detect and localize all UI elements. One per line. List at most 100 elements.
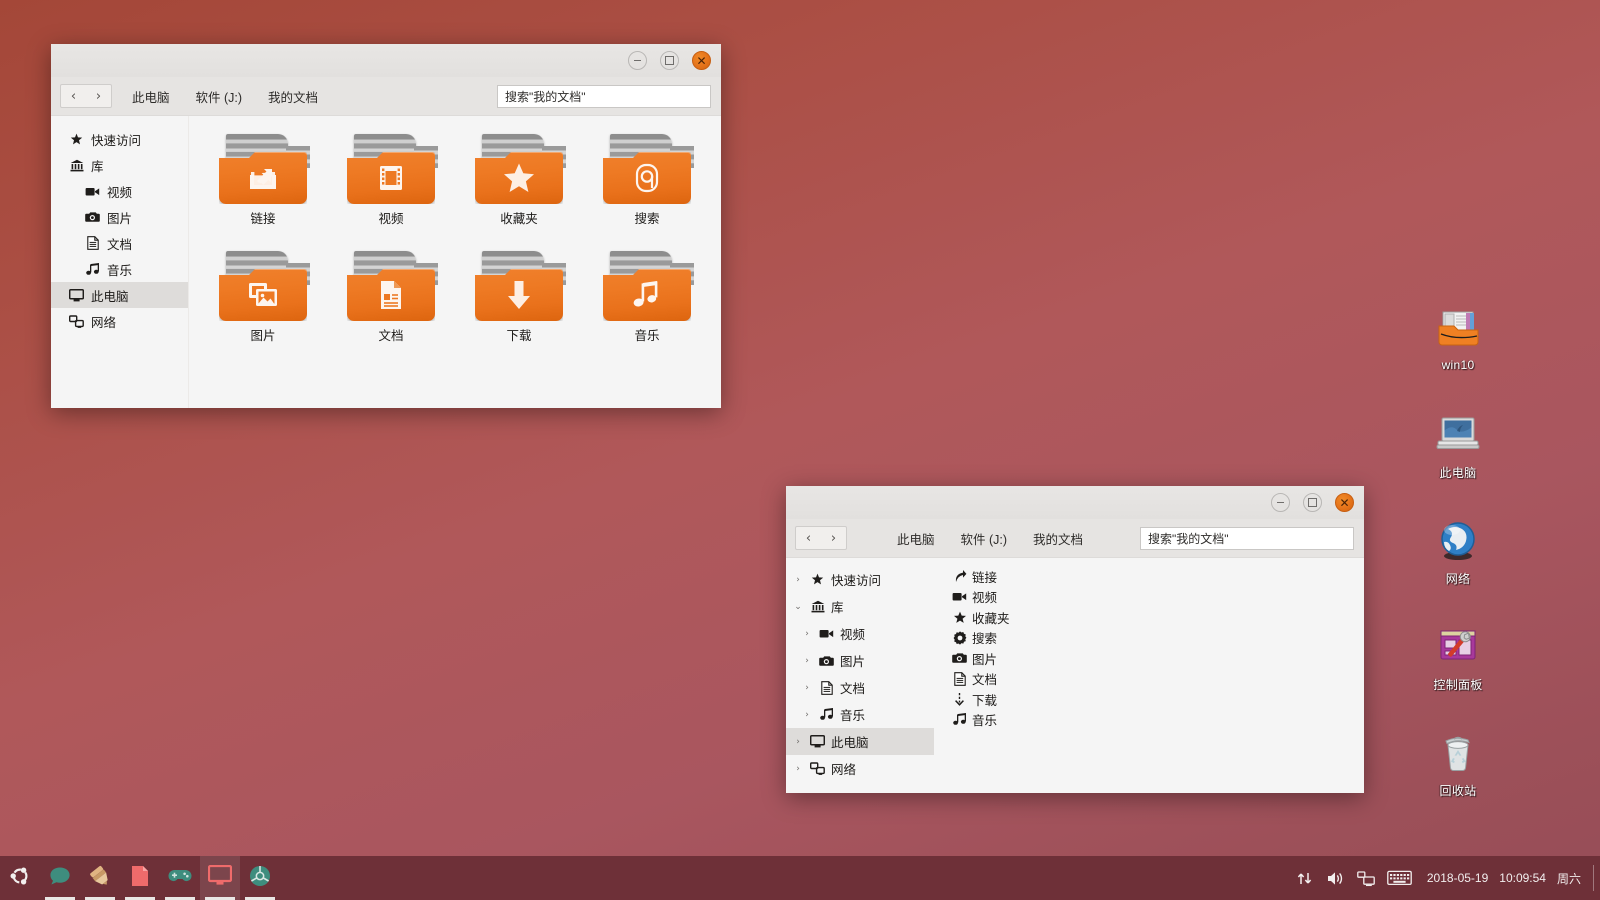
keyboard-icon[interactable] (1387, 868, 1413, 889)
titlebar[interactable]: ✕ (51, 44, 721, 77)
desktop-icon-label: 网络 (1446, 570, 1471, 587)
folder-label: 音乐 (634, 325, 659, 344)
sidebar-item-pictures[interactable]: 图片 (51, 204, 188, 230)
taskbar-browser[interactable] (240, 856, 280, 900)
folder-label: 链接 (250, 208, 275, 227)
search-input[interactable]: 搜索"我的文档" (497, 85, 711, 108)
folder-item-documents[interactable]: 文档 (327, 247, 455, 364)
list-item-label: 音乐 (972, 710, 997, 729)
sidebar-item-music[interactable]: 音乐 (51, 256, 188, 282)
sidebar-item-documents[interactable]: 文档 (51, 230, 188, 256)
breadcrumb: 此电脑 软件 (J:) 我的文档 (132, 87, 318, 106)
sidebar-item-this-pc[interactable]: 此电脑 (51, 282, 188, 308)
minimize-button[interactable] (628, 51, 647, 70)
speaker-icon[interactable] (1325, 868, 1346, 889)
clock[interactable]: 2018-05-19 10:09:54 周六 (1419, 856, 1593, 900)
tree-item-this-pc[interactable]: › 此电脑 (786, 728, 934, 755)
tree-item-label: 图片 (840, 651, 865, 670)
folder-item-videos[interactable]: 视频 (327, 130, 455, 247)
list-item-pictures[interactable]: 图片 (952, 648, 997, 669)
taskbar-games[interactable] (160, 856, 200, 900)
chevron-right-icon[interactable]: › (801, 656, 813, 666)
maximize-button[interactable] (660, 51, 679, 70)
breadcrumb-item-drive[interactable]: 软件 (J:) (961, 529, 1008, 548)
list-item-links[interactable]: 链接 (952, 566, 997, 587)
list-item-music[interactable]: 音乐 (952, 710, 997, 731)
close-button[interactable]: ✕ (1335, 493, 1354, 512)
sidebar-item-label: 网络 (91, 312, 116, 331)
chevron-right-icon[interactable]: › (801, 683, 813, 693)
minimize-button[interactable] (1271, 493, 1290, 512)
chevron-right-icon[interactable]: › (792, 737, 804, 747)
up-down-arrows-icon[interactable] (1294, 868, 1315, 889)
library-icon (810, 599, 825, 614)
monitor-icon (69, 288, 84, 303)
back-button[interactable]: ‹ (61, 85, 86, 107)
sidebar-item-library[interactable]: 库 (51, 152, 188, 178)
breadcrumb-item-this-pc[interactable]: 此电脑 (897, 529, 935, 548)
tree-item-music[interactable]: › 音乐 (786, 701, 934, 728)
folder-item-downloads[interactable]: 下载 (455, 247, 583, 364)
network-icon (69, 314, 84, 329)
breadcrumb-item-this-pc[interactable]: 此电脑 (132, 87, 170, 106)
back-button[interactable]: ‹ (796, 527, 821, 549)
breadcrumb-item-drive[interactable]: 软件 (J:) (196, 87, 243, 106)
list-item-favorites[interactable]: 收藏夹 (952, 607, 1010, 628)
chevron-right-icon[interactable]: › (801, 710, 813, 720)
tree-item-network[interactable]: › 网络 (786, 755, 934, 782)
tree-item-documents[interactable]: › 文档 (786, 674, 934, 701)
breadcrumb-item-documents[interactable]: 我的文档 (1033, 529, 1083, 548)
taskbar-messenger[interactable] (40, 856, 80, 900)
music-note-icon (85, 262, 100, 277)
chevron-down-icon[interactable]: ⌄ (792, 602, 804, 612)
sidebar-item-network[interactable]: 网络 (51, 308, 188, 334)
chevron-right-icon[interactable]: › (801, 629, 813, 639)
monitor-icon (810, 734, 825, 749)
list-item-documents[interactable]: 文档 (952, 669, 997, 690)
window-body: › 快速访问 ⌄ 库 › 视频 › (786, 558, 1364, 793)
sidebar-item-videos[interactable]: 视频 (51, 178, 188, 204)
taskbar-file-explorer[interactable] (200, 856, 240, 900)
desktop-icon-network[interactable]: 网络 (1412, 517, 1504, 619)
display-icon[interactable] (1356, 868, 1377, 889)
desktop-icon-recycle-bin[interactable]: 回收站 (1412, 729, 1504, 831)
chevron-right-icon[interactable]: › (792, 764, 804, 774)
window-body: 快速访问 库 视频 图片 (51, 116, 721, 408)
list-item-label: 视频 (972, 587, 997, 606)
show-desktop-button[interactable] (1594, 856, 1600, 900)
folder-label: 搜索 (634, 208, 659, 227)
close-button[interactable]: ✕ (692, 51, 711, 70)
folder-item-searches[interactable]: 搜索 (583, 130, 711, 247)
list-item-downloads[interactable]: 下载 (952, 689, 997, 710)
taskbar-paint-brush[interactable] (80, 856, 120, 900)
maximize-button[interactable] (1303, 493, 1322, 512)
tree-item-library[interactable]: ⌄ 库 (786, 593, 934, 620)
list-item-videos[interactable]: 视频 (952, 587, 997, 608)
forward-button[interactable]: › (86, 85, 111, 107)
forward-button[interactable]: › (821, 527, 846, 549)
video-camera-icon (85, 184, 100, 199)
file-list: 链接 视频 收藏夹 搜索 (934, 558, 1364, 793)
desktop-icon-win10[interactable]: win10 (1412, 305, 1504, 407)
list-item-searches[interactable]: 搜索 (952, 628, 997, 649)
desktop-icon-this-pc[interactable]: 此电脑 (1412, 411, 1504, 513)
tree-item-quick-access[interactable]: › 快速访问 (786, 566, 934, 593)
breadcrumb-item-documents[interactable]: 我的文档 (268, 87, 318, 106)
tree-item-pictures[interactable]: › 图片 (786, 647, 934, 674)
folder-item-pictures[interactable]: 图片 (199, 247, 327, 364)
search-input[interactable]: 搜索"我的文档" (1140, 527, 1354, 550)
titlebar[interactable]: ✕ (786, 486, 1364, 519)
tree-item-label: 此电脑 (831, 732, 869, 751)
taskbar-text-editor[interactable] (120, 856, 160, 900)
camera-icon (85, 210, 100, 225)
folder-item-music[interactable]: 音乐 (583, 247, 711, 364)
desktop-icon-control-panel[interactable]: 控制面板 (1412, 623, 1504, 725)
folder-item-favorites[interactable]: 收藏夹 (455, 130, 583, 247)
tree-item-videos[interactable]: › 视频 (786, 620, 934, 647)
recycle-bin-icon (1434, 729, 1482, 777)
chevron-right-icon[interactable]: › (792, 575, 804, 585)
sidebar-item-quick-access[interactable]: 快速访问 (51, 126, 188, 152)
clock-time: 10:09:54 (1499, 871, 1546, 885)
folder-item-links[interactable]: 链接 (199, 130, 327, 247)
taskbar-start-ubuntu[interactable] (0, 856, 40, 900)
